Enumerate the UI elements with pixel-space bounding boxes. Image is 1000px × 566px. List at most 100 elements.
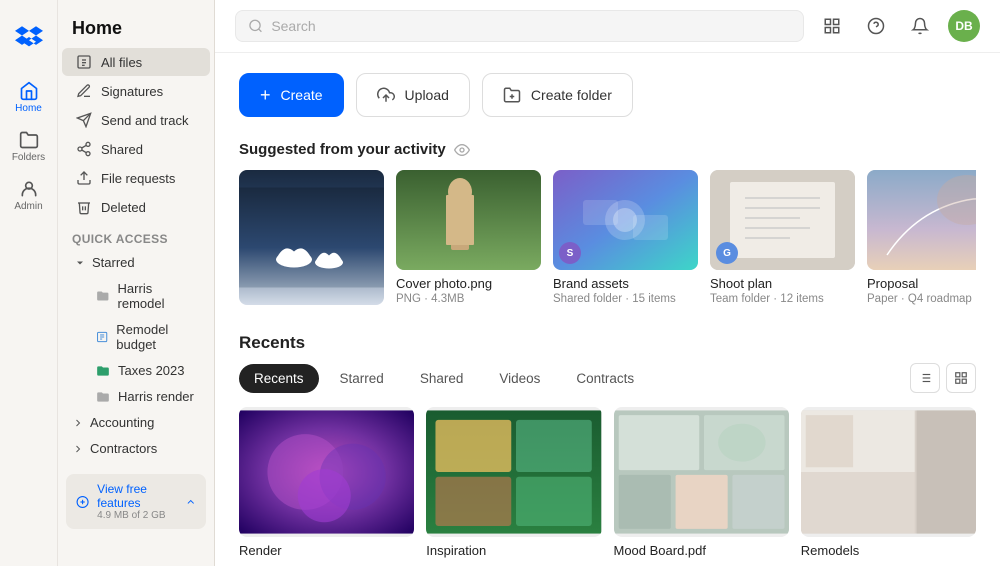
thumb-inspiration	[426, 407, 601, 537]
content-area: + Create Upload Create folder Suggested	[215, 53, 1000, 566]
search-bar[interactable]	[235, 10, 804, 42]
tab-contracts[interactable]: Contracts	[561, 364, 649, 393]
suggested-cover-photo-meta: PNG · 4.3MB	[396, 293, 541, 305]
nav-shared-label: Shared	[101, 142, 143, 157]
shoot-plan-badge: G	[716, 242, 738, 264]
starred-toggle[interactable]: Starred	[64, 250, 214, 275]
tab-starred[interactable]: Starred	[325, 364, 399, 393]
recents-grid: Render	[239, 407, 976, 558]
nav-home-label: Home	[15, 103, 42, 114]
file-nav: Home All files Signatures Send and track…	[58, 0, 214, 566]
search-input[interactable]	[271, 18, 791, 34]
left-icon-nav: Home Folders Admin	[0, 0, 58, 566]
thumb-shoot-plan: G	[710, 170, 855, 270]
starred-group: Starred Harris remodel Remodel budget Ta…	[64, 250, 214, 409]
nav-signatures[interactable]: Signatures	[62, 77, 210, 105]
group-accounting[interactable]: Accounting	[62, 410, 210, 435]
topbar: DB	[215, 0, 1000, 53]
apps-icon[interactable]	[816, 10, 848, 42]
nav-file-requests-label: File requests	[101, 171, 175, 186]
recents-title: Recents	[239, 333, 976, 353]
nav-folders-label: Folders	[12, 152, 45, 163]
starred-group-label: Starred	[92, 255, 135, 270]
brand-assets-badge: S	[559, 242, 581, 264]
list-view-toggle[interactable]	[910, 363, 940, 393]
group-contractors-label: Contractors	[90, 441, 157, 456]
tab-recents[interactable]: Recents	[239, 364, 319, 393]
group-accounting-label: Accounting	[90, 415, 154, 430]
nav-file-requests[interactable]: File requests	[62, 164, 210, 192]
suggested-section-header: Suggested from your activity	[239, 141, 976, 158]
recent-remodels-name: Remodels	[801, 543, 976, 558]
starred-harris-render-label: Harris render	[118, 389, 194, 404]
suggested-proposal-name: Proposal	[867, 276, 976, 291]
recent-remodels[interactable]: Remodels	[801, 407, 976, 558]
nav-send-track-label: Send and track	[101, 113, 188, 128]
eye-icon	[454, 142, 470, 158]
suggested-grid: Summer brief.mov MOV · 1:10 Cover pho	[239, 170, 976, 305]
create-folder-button[interactable]: Create folder	[482, 73, 633, 117]
recent-inspiration[interactable]: Inspiration	[426, 407, 601, 558]
user-avatar[interactable]: DB	[948, 10, 980, 42]
recent-render-name: Render	[239, 543, 414, 558]
starred-item-taxes-2023[interactable]: Taxes 2023	[68, 358, 210, 383]
upload-label: Upload	[405, 87, 449, 103]
storage-label: View free features	[97, 482, 176, 510]
recent-render[interactable]: Render	[239, 407, 414, 558]
thumb-mood-board	[614, 407, 789, 537]
suggested-cover-photo-name: Cover photo.png	[396, 276, 541, 291]
suggested-title: Suggested from your activity	[239, 141, 446, 158]
nav-all-files[interactable]: All files	[62, 48, 210, 76]
recent-inspiration-name: Inspiration	[426, 543, 601, 558]
tab-videos[interactable]: Videos	[484, 364, 555, 393]
suggested-brand-assets[interactable]: S Brand assets Shared folder · 15 items	[553, 170, 698, 305]
main-content: DB + Create Upload Create f	[215, 0, 1000, 566]
starred-item-harris-render[interactable]: Harris render	[68, 384, 210, 409]
starred-item-remodel-budget[interactable]: Remodel budget	[68, 317, 210, 357]
nav-home[interactable]: Home	[5, 75, 53, 120]
recent-mood-board[interactable]: Mood Board.pdf	[614, 407, 789, 558]
nav-send-and-track[interactable]: Send and track	[62, 106, 210, 134]
nav-deleted[interactable]: Deleted	[62, 193, 210, 221]
logo[interactable]	[15, 12, 43, 71]
nav-signatures-label: Signatures	[101, 84, 163, 99]
action-buttons: + Create Upload Create folder	[239, 73, 976, 117]
thumb-remodels	[801, 407, 976, 537]
suggested-proposal-meta: Paper · Q4 roadmap	[867, 293, 976, 305]
tab-shared[interactable]: Shared	[405, 364, 479, 393]
recents-tabs: Recents Starred Shared Videos Contracts	[239, 363, 976, 393]
suggested-shoot-plan-meta: Team folder · 12 items	[710, 293, 855, 305]
create-icon: +	[260, 86, 271, 104]
suggested-summer-brief[interactable]: Summer brief.mov MOV · 1:10	[239, 170, 384, 305]
create-button[interactable]: + Create	[239, 73, 344, 117]
upload-button[interactable]: Upload	[356, 73, 470, 117]
nav-shared[interactable]: Shared	[62, 135, 210, 163]
help-icon[interactable]	[860, 10, 892, 42]
nav-admin[interactable]: Admin	[5, 173, 53, 218]
suggested-brand-assets-name: Brand assets	[553, 276, 698, 291]
create-folder-icon	[503, 86, 521, 104]
quick-access-label: Quick access	[58, 222, 214, 250]
starred-item-harris-remodel[interactable]: Harris remodel	[68, 276, 210, 316]
recent-mood-board-name: Mood Board.pdf	[614, 543, 789, 558]
suggested-shoot-plan-name: Shoot plan	[710, 276, 855, 291]
create-label: Create	[281, 87, 323, 103]
search-icon	[248, 18, 263, 34]
grid-view-toggle[interactable]	[946, 363, 976, 393]
suggested-brand-assets-meta: Shared folder · 15 items	[553, 293, 698, 305]
tab-actions	[910, 363, 976, 393]
starred-harris-remodel-label: Harris remodel	[118, 281, 200, 311]
left-panel: Home Folders Admin Home All files Signa	[0, 0, 215, 566]
suggested-cover-photo[interactable]: Cover photo.png PNG · 4.3MB	[396, 170, 541, 305]
nav-all-files-label: All files	[101, 55, 142, 70]
storage-info[interactable]: View free features 4.9 MB of 2 GB	[66, 474, 206, 529]
nav-folders[interactable]: Folders	[5, 124, 53, 169]
nav-admin-label: Admin	[14, 201, 42, 212]
thumb-summer-brief	[239, 170, 384, 305]
topbar-actions: DB	[816, 10, 980, 42]
bell-icon[interactable]	[904, 10, 936, 42]
group-contractors[interactable]: Contractors	[62, 436, 210, 461]
suggested-shoot-plan[interactable]: G Shoot plan Team folder · 12 items	[710, 170, 855, 305]
suggested-proposal[interactable]: Proposal Paper · Q4 roadmap	[867, 170, 976, 305]
starred-taxes-2023-label: Taxes 2023	[118, 363, 185, 378]
